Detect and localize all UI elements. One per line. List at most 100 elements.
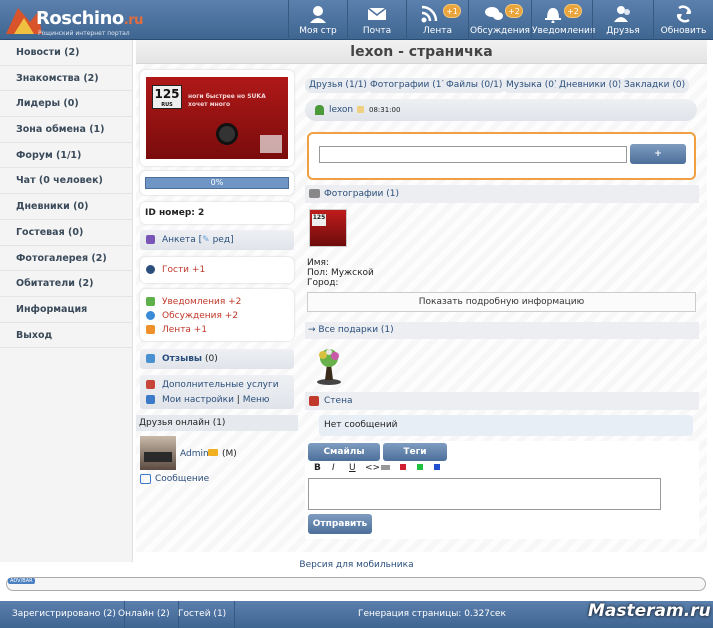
friend-name-link[interactable]: Admin <box>180 449 209 459</box>
registered-count[interactable]: Зарегистрировано (2) <box>4 601 125 628</box>
show-details-button[interactable]: Показать подробную информацию <box>307 292 696 312</box>
exhaust-shape <box>216 123 238 145</box>
notification-icon <box>146 297 155 306</box>
wall-title[interactable]: Стена <box>324 396 352 406</box>
tab-files[interactable]: Файлы (0/1) <box>442 78 507 93</box>
nav-discussions-label: Обсуждения <box>470 26 530 36</box>
nav-notifications[interactable]: +2 Уведомления <box>531 0 595 40</box>
nav-mail[interactable]: Почта <box>347 0 406 40</box>
code-icon[interactable]: <> <box>365 463 380 473</box>
tab-diaries[interactable]: Дневники (0) <box>555 78 626 93</box>
friend-gender: (M) <box>222 449 237 459</box>
message-link[interactable]: Сообщение <box>155 474 209 484</box>
wall-header: Стена <box>305 392 699 410</box>
page-generation-time: Генерация страницы: 0.327сек <box>358 609 506 619</box>
sidebar-item-exchange[interactable]: Зона обмена (1) <box>0 117 132 143</box>
color-green-icon[interactable] <box>417 464 423 470</box>
sidebar-item-info[interactable]: Информация <box>0 297 132 323</box>
tab-bookmarks[interactable]: Закладки (0) <box>620 78 690 93</box>
rss-small-icon <box>146 325 155 334</box>
notifications-link[interactable]: Уведомления +2 <box>162 297 241 307</box>
name-label: Имя: <box>307 258 329 268</box>
profile-photo[interactable]: 125 RUS ноги быстрее но SUKA хочет много <box>146 77 288 159</box>
reviews-row[interactable]: Отзывы (0) <box>140 349 294 369</box>
wall-empty-message: Нет сообщений <box>319 415 693 436</box>
sidebar-item-leaders[interactable]: Лидеры (0) <box>0 91 132 118</box>
gender-label: Пол: <box>307 268 329 278</box>
status-input[interactable] <box>319 146 627 163</box>
gift-icon <box>317 349 341 385</box>
envelope-icon <box>140 474 151 484</box>
post-status-button[interactable]: + <box>630 144 686 164</box>
pencil-icon: ✎ <box>202 235 210 245</box>
anketa-link[interactable]: Анкета [✎ ред] <box>162 235 234 245</box>
tags-button[interactable]: Теги <box>383 443 447 461</box>
city-label: Город: <box>307 278 339 288</box>
feed-link[interactable]: Лента +1 <box>162 325 207 335</box>
sidebar-item-forum[interactable]: Форум (1/1) <box>0 143 132 169</box>
sidebar-item-residents[interactable]: Обитатели (2) <box>0 271 132 297</box>
friends-icon <box>614 6 630 22</box>
status-row: lexon 08:31:00 <box>305 99 697 121</box>
bell-icon <box>545 8 561 23</box>
smileys-button[interactable]: Смайлы <box>308 443 380 461</box>
eye-icon <box>146 265 155 274</box>
underline-button[interactable]: U <box>349 463 356 473</box>
photos-title-link[interactable]: Фотографии (1) <box>324 189 399 199</box>
wall-message-textarea[interactable] <box>308 478 661 510</box>
gifts-header: → Все подарки (1) <box>305 322 699 339</box>
reviews-label[interactable]: Отзывы <box>162 354 202 364</box>
tab-friends[interactable]: Друзья (1/1) <box>305 78 371 93</box>
sidebar-item-chat[interactable]: Чат (0 человек) <box>0 168 132 195</box>
gender-value: Мужской <box>330 268 374 278</box>
guests-link[interactable]: Гости +1 <box>162 265 205 275</box>
sidebar-item-gallery[interactable]: Фотогалерея (2) <box>0 246 132 272</box>
sidebar-item-diaries[interactable]: Дневники (0) <box>0 194 132 220</box>
sidebar-item-news[interactable]: Новости (2) <box>0 40 132 66</box>
nav-friends-label: Друзья <box>606 26 640 36</box>
footer-badge[interactable]: ADV/BAR <box>8 578 35 584</box>
site-logo[interactable]: Roschino.ru Рощинский интернет портал <box>4 4 164 38</box>
info-block: Имя: Пол: Мужской Город: <box>307 258 374 288</box>
guests-count[interactable]: Гостей (1) <box>170 601 236 628</box>
sidebar-item-logout[interactable]: Выход <box>0 323 132 349</box>
thumb-plate: 125 <box>312 214 326 226</box>
color-blue-icon[interactable] <box>434 464 440 470</box>
italic-button[interactable]: I <box>332 463 335 473</box>
progress-bar: 0% <box>145 177 289 189</box>
tab-photos[interactable]: Фотографии (1) <box>366 78 449 93</box>
sidebar-item-guestbook[interactable]: Гостевая (0) <box>0 220 132 246</box>
nav-feed[interactable]: +1 Лента <box>406 0 468 40</box>
top-navigation-bar: Roschino.ru Рощинский интернет портал Мо… <box>0 0 713 40</box>
footer-strip: ADV/BAR <box>6 577 706 591</box>
photo-emblem <box>260 135 282 153</box>
nav-discussions[interactable]: +2 Обсуждения <box>468 0 531 40</box>
anketa-row[interactable]: Анкета [✎ ред] <box>140 230 294 250</box>
send-button[interactable]: Отправить <box>308 514 372 534</box>
nav-my-page[interactable]: Моя стр <box>288 0 347 40</box>
rss-icon <box>421 5 438 23</box>
status-username[interactable]: lexon <box>329 105 353 115</box>
sidebar-item-dating[interactable]: Знакомства (2) <box>0 66 132 92</box>
photo-thumbnail[interactable]: 125 <box>309 209 347 247</box>
my-settings-link[interactable]: Мои настройки <box>162 395 234 405</box>
mobile-version-link[interactable]: Версия для мобильника <box>299 560 413 570</box>
color-red-icon[interactable] <box>400 464 406 470</box>
online-count[interactable]: Онлайн (2) <box>110 601 179 628</box>
id-number: ID номер: 2 <box>145 208 205 218</box>
extra-services-link[interactable]: Дополнительные услуги <box>162 380 279 390</box>
strike-icon[interactable] <box>381 465 390 470</box>
gift-image[interactable] <box>309 346 349 386</box>
sidebar: Новости (2) Знакомства (2) Лидеры (0) Зо… <box>0 40 133 562</box>
bold-button[interactable]: B <box>314 463 321 473</box>
menu-link[interactable]: Меню <box>243 395 270 405</box>
nav-friends[interactable]: Друзья <box>592 0 653 40</box>
nav-refresh[interactable]: Обновить <box>653 0 713 40</box>
discussions-link[interactable]: Обсуждения +2 <box>162 311 238 321</box>
status-small-icon <box>357 106 364 113</box>
friend-avatar[interactable] <box>140 436 176 470</box>
activity-card: Уведомления +2 Обсуждения +2 Лента +1 <box>140 289 294 341</box>
all-gifts-link[interactable]: → Все подарки (1) <box>308 325 394 335</box>
tab-music[interactable]: Музыка (0) <box>502 78 562 93</box>
logo-subtitle: Рощинский интернет портал <box>38 30 130 37</box>
